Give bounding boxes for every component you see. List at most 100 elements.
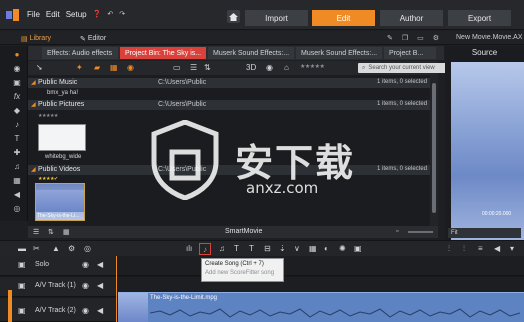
video-thumbnail[interactable]: The-Sky-is-the-Li... — [35, 183, 85, 221]
track-menu-icon[interactable]: ▬ — [18, 244, 26, 253]
folder-row-public-music[interactable]: ◢ Public Music C:\Users\Public 1 items, … — [28, 78, 430, 88]
contrast-icon[interactable]: ◐ — [324, 244, 329, 253]
audio-mixer-icon[interactable]: ılı — [186, 244, 192, 253]
speaker-icon[interactable]: ◀ — [97, 281, 103, 290]
view-toggle-icon[interactable]: ▦ — [63, 228, 70, 236]
photo-icon[interactable]: ▣ — [12, 77, 22, 87]
eye-icon[interactable]: ◉ — [82, 306, 89, 315]
tab-author[interactable]: Author — [380, 10, 443, 26]
effects-icon[interactable]: fx — [12, 91, 22, 101]
layout-icon[interactable]: ▭ — [417, 34, 424, 42]
menu-edit[interactable]: Edit — [46, 10, 60, 19]
speaker-icon[interactable]: ◀ — [97, 306, 103, 315]
mask-icon[interactable]: ▣ — [354, 244, 362, 253]
chapter-icon[interactable]: ◎ — [84, 244, 91, 253]
search-input[interactable]: ⌕ Search your current view — [358, 63, 458, 73]
audio-icon[interactable]: ◀ — [12, 189, 22, 199]
collapse-arrow-icon[interactable]: ◢ — [31, 101, 36, 108]
pin-icon[interactable]: ✎ — [387, 34, 393, 42]
copy-icon[interactable]: ❐ — [402, 34, 408, 42]
folder-row-public-pictures[interactable]: ◢ Public Pictures C:\Users\Public 1 item… — [28, 100, 430, 110]
editor-tab[interactable]: ✎ Editor — [80, 33, 106, 44]
scrollbar-thumb[interactable] — [432, 83, 436, 213]
item-rating[interactable]: ★★★★✔ — [38, 176, 58, 182]
grid-icon[interactable]: ▦ — [309, 244, 317, 253]
tab-export[interactable]: Export — [448, 10, 511, 26]
fit-dropdown[interactable]: Fit — [448, 228, 521, 238]
grid-filter-icon[interactable]: ▦ — [110, 63, 118, 72]
home-button[interactable] — [227, 10, 240, 23]
video-clip[interactable]: The-Sky-is-the-Limit.mpg — [118, 292, 524, 322]
redo-icon[interactable]: ↷ — [119, 10, 125, 19]
voiceover-icon[interactable]: T — [249, 244, 254, 253]
volume-icon[interactable]: ◀ — [494, 244, 500, 253]
settings-icon[interactable]: ⚙ — [68, 244, 75, 253]
track-lane-solo[interactable] — [116, 256, 524, 276]
menu-setup[interactable]: Setup — [66, 10, 87, 19]
settings-icon[interactable]: ⚙ — [433, 34, 439, 42]
list-view-icon[interactable]: ☰ — [190, 63, 197, 72]
link-icon[interactable]: ⫶ — [463, 244, 465, 254]
view-3d-button[interactable]: 3D — [246, 63, 256, 72]
library-scrollbar[interactable] — [430, 75, 438, 226]
create-song-button[interactable]: ♪ — [199, 243, 211, 255]
split-view-icon[interactable]: ⫶ — [448, 244, 450, 254]
timeline-menu-icon[interactable]: ▾ — [510, 244, 514, 253]
snapshot-icon[interactable]: ⇣ — [279, 244, 286, 253]
eye-icon[interactable]: ◉ — [82, 281, 89, 290]
thumbnail-size-slider[interactable] — [408, 231, 433, 233]
tab-import[interactable]: Import — [245, 10, 308, 26]
sound-effect-icon[interactable]: ♫ — [12, 161, 22, 171]
playlist-icon[interactable]: ≡ — [478, 244, 483, 253]
collapse-arrow-icon[interactable]: ◢ — [31, 166, 36, 173]
collections-icon[interactable]: ● — [12, 49, 22, 59]
rating-filter[interactable]: ★★★★★ — [300, 63, 325, 70]
collection-tab-project-bin[interactable]: Project Bin: The Sky is... × — [120, 47, 206, 59]
menu-file[interactable]: File — [27, 10, 40, 19]
montage-icon[interactable]: ✚ — [12, 147, 22, 157]
tag-icon[interactable]: ⌂ — [284, 63, 289, 72]
collection-tab-audio-effects[interactable]: Effects: Audio effects — [42, 47, 118, 59]
smartmovie-title[interactable]: SmartMovie — [225, 228, 262, 235]
title-icon[interactable]: T — [12, 133, 22, 143]
tab-edit[interactable]: Edit — [312, 10, 375, 26]
item-rating[interactable]: ★★★★★ — [38, 113, 58, 119]
razor-icon[interactable]: ✂ — [33, 244, 40, 253]
cursor-icon[interactable]: ➘ — [36, 63, 43, 72]
collection-tab-muserk-1[interactable]: Muserk Sound Effects:... — [208, 47, 294, 59]
filter-icon[interactable]: ⇅ — [48, 228, 54, 236]
speaker-icon[interactable]: ◀ — [97, 260, 103, 269]
track-lock-icon[interactable]: ▣ — [18, 281, 26, 290]
playhead[interactable] — [116, 256, 117, 322]
picture-thumbnail[interactable] — [38, 124, 86, 151]
music-item[interactable]: bmx_ya ha! — [47, 90, 78, 96]
track-lock-icon[interactable]: ▣ — [18, 260, 26, 269]
split-icon[interactable]: ⊟ — [264, 244, 271, 253]
folder-filter-icon[interactable]: ▰ — [94, 63, 100, 72]
help-icon[interactable]: ❓ — [93, 10, 102, 19]
ripple-icon[interactable]: ∨ — [294, 244, 300, 253]
scorefitter-icon[interactable]: ♫ — [219, 244, 225, 253]
menu-template-icon[interactable]: ▦ — [12, 175, 22, 185]
library-tab[interactable]: ▤ Library — [21, 33, 51, 44]
tag-filter-icon[interactable]: ◉ — [127, 63, 134, 72]
star-filter-icon[interactable]: ✦ — [76, 63, 83, 72]
track-header-av2[interactable]: ▣ A/V Track (2) ◉ ◀ — [0, 298, 116, 322]
sort-icon[interactable]: ⇅ — [204, 63, 211, 72]
collapse-arrow-icon[interactable]: ◢ — [31, 79, 36, 86]
motion-icon[interactable]: ✺ — [339, 244, 346, 253]
transition-icon[interactable]: ◆ — [12, 105, 22, 115]
collection-tab-project-b[interactable]: Project B... — [384, 47, 436, 59]
undo-icon[interactable]: ↶ — [107, 10, 113, 19]
collection-tab-muserk-2[interactable]: Muserk Sound Effects:... — [296, 47, 382, 59]
track-header-solo[interactable]: ▣ Solo ◉ ◀ — [0, 256, 116, 276]
music-icon[interactable]: ♪ — [12, 119, 22, 129]
tray-icon[interactable]: ☰ — [33, 228, 39, 236]
eye-icon[interactable]: ◉ — [266, 63, 273, 72]
marker-icon[interactable]: ▲ — [52, 244, 60, 253]
title-editor-icon[interactable]: T — [234, 244, 239, 253]
video-icon[interactable]: ◉ — [12, 63, 22, 73]
folder-icon[interactable]: ▭ — [173, 63, 181, 72]
disc-icon[interactable]: ◎ — [12, 203, 22, 213]
eye-icon[interactable]: ◉ — [82, 260, 89, 269]
